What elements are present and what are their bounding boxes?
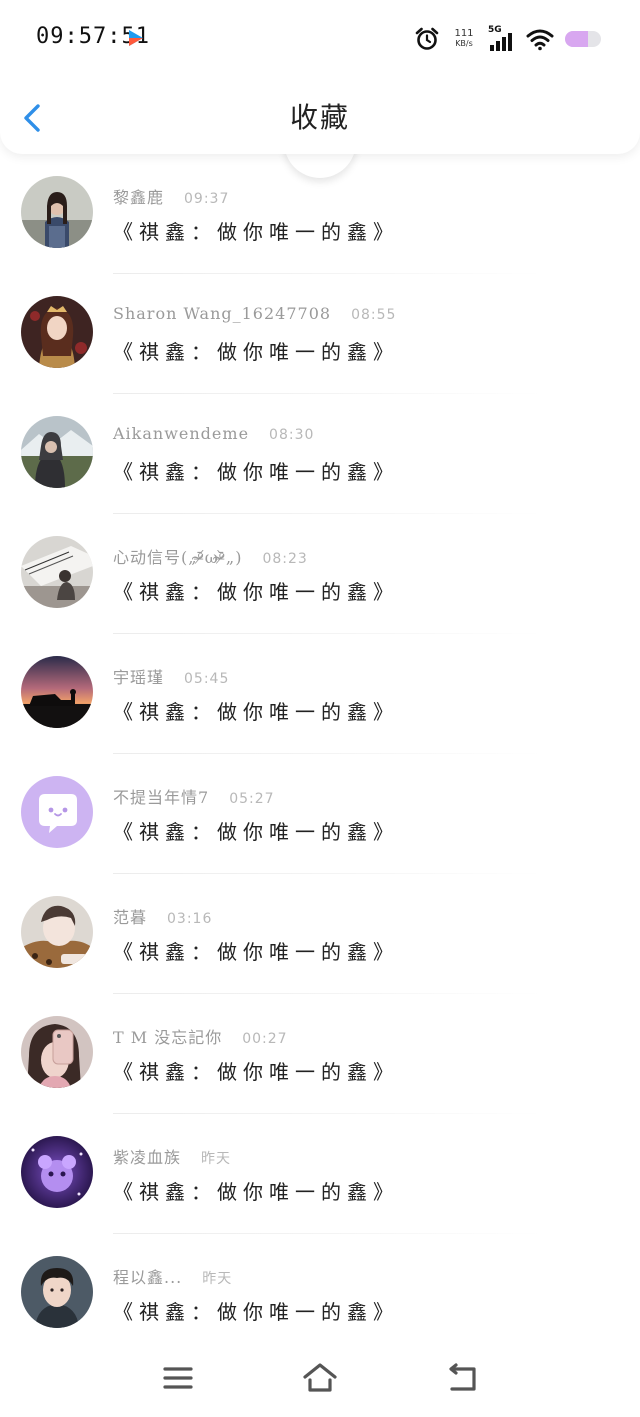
avatar xyxy=(21,656,93,728)
item-meta: Sharon Wang_16247708 08:55 xyxy=(113,304,396,323)
signal-indicator: 5G xyxy=(488,25,516,53)
avatar xyxy=(21,536,93,608)
favorite-item[interactable]: 程以鑫... 昨天 《祺鑫：做你唯一的鑫》 xyxy=(0,1234,640,1354)
back-icon[interactable] xyxy=(444,1360,480,1396)
item-meta: T M 没忘記你 00:27 xyxy=(113,1024,288,1048)
favorite-item[interactable]: 不提当年情7 05:27 《祺鑫：做你唯一的鑫》 xyxy=(0,754,640,874)
favorites-list: 黎鑫鹿 09:37 《祺鑫：做你唯一的鑫》 Sharon Wang_162477… xyxy=(0,154,640,1354)
timestamp: 05:45 xyxy=(184,671,230,687)
item-meta: 心动信号(„ᵒ̴̶̷᷄ωᵒ̴̶̷᷅„) 08:23 xyxy=(113,544,308,568)
top-bar: 09:57:51 111 KB/s 5G 收藏 xyxy=(0,0,640,154)
signal-icon xyxy=(490,33,512,51)
favorites-screen: 09:57:51 111 KB/s 5G 收藏 黎鑫鹿 09:37 《祺鑫：做你… xyxy=(0,0,640,1417)
message-title: 《祺鑫：做你唯一的鑫》 xyxy=(113,1180,399,1204)
item-meta: 宇瑶瑾 05:45 xyxy=(113,664,229,688)
sender-name: T M 没忘記你 xyxy=(113,1028,223,1047)
title-bar: 收藏 xyxy=(0,78,640,154)
message-title: 《祺鑫：做你唯一的鑫》 xyxy=(113,940,399,964)
avatar xyxy=(21,1136,93,1208)
sender-name: 程以鑫... xyxy=(113,1268,183,1287)
avatar-image xyxy=(21,1256,93,1328)
timestamp: 昨天 xyxy=(201,1151,232,1167)
message-title: 《祺鑫：做你唯一的鑫》 xyxy=(113,1300,399,1324)
favorite-item[interactable]: T M 没忘記你 00:27 《祺鑫：做你唯一的鑫》 xyxy=(0,994,640,1114)
favorite-item[interactable]: Aikanwendeme 08:30 《祺鑫：做你唯一的鑫》 xyxy=(0,394,640,514)
timestamp: 08:30 xyxy=(269,427,315,443)
item-meta: 紫凌血族 昨天 xyxy=(113,1144,231,1168)
avatar xyxy=(21,296,93,368)
navigation-bar xyxy=(0,1340,640,1417)
timestamp: 03:16 xyxy=(167,911,213,927)
avatar xyxy=(21,1256,93,1328)
favorite-item[interactable]: 紫凌血族 昨天 《祺鑫：做你唯一的鑫》 xyxy=(0,1114,640,1234)
avatar-image xyxy=(21,296,93,368)
avatar xyxy=(21,176,93,248)
item-meta: 不提当年情7 05:27 xyxy=(113,784,275,808)
sender-name: 宇瑶瑾 xyxy=(113,668,165,687)
sender-name: 心动信号(„ᵒ̴̶̷᷄ωᵒ̴̶̷᷅„) xyxy=(113,548,243,567)
timestamp: 05:27 xyxy=(229,791,275,807)
network-speed: 111 KB/s xyxy=(450,29,478,49)
message-title: 《祺鑫：做你唯一的鑫》 xyxy=(113,220,399,244)
avatar-image xyxy=(21,1016,93,1088)
avatar-image xyxy=(21,176,93,248)
network-speed-value: 111 xyxy=(454,28,474,39)
timestamp: 08:55 xyxy=(351,307,397,323)
sender-name: 不提当年情7 xyxy=(113,788,210,807)
sender-name: 范暮 xyxy=(113,908,148,927)
avatar xyxy=(21,416,93,488)
message-title: 《祺鑫：做你唯一的鑫》 xyxy=(113,340,399,364)
timestamp: 00:27 xyxy=(242,1031,288,1047)
favorite-item[interactable]: 范暮 03:16 《祺鑫：做你唯一的鑫》 xyxy=(0,874,640,994)
avatar-image xyxy=(21,1136,93,1208)
message-title: 《祺鑫：做你唯一的鑫》 xyxy=(113,700,399,724)
favorite-item[interactable]: Sharon Wang_16247708 08:55 《祺鑫：做你唯一的鑫》 xyxy=(0,274,640,394)
timestamp: 08:23 xyxy=(262,551,308,567)
timestamp: 昨天 xyxy=(202,1271,233,1287)
favorite-item[interactable]: 宇瑶瑾 05:45 《祺鑫：做你唯一的鑫》 xyxy=(0,634,640,754)
alarm-icon xyxy=(415,27,439,50)
favorite-item[interactable]: 心动信号(„ᵒ̴̶̷᷄ωᵒ̴̶̷᷅„) 08:23 《祺鑫：做你唯一的鑫》 xyxy=(0,514,640,634)
avatar xyxy=(21,1016,93,1088)
item-meta: 范暮 03:16 xyxy=(113,904,212,928)
avatar xyxy=(21,896,93,968)
sender-name: Sharon Wang_16247708 xyxy=(113,304,332,323)
wifi-icon xyxy=(526,29,554,51)
message-title: 《祺鑫：做你唯一的鑫》 xyxy=(113,580,399,604)
item-meta: 程以鑫... 昨天 xyxy=(113,1264,232,1288)
network-speed-unit: KB/s xyxy=(455,39,473,48)
menu-icon[interactable] xyxy=(160,1360,196,1396)
sender-name: Aikanwendeme xyxy=(113,424,250,443)
item-meta: Aikanwendeme 08:30 xyxy=(113,424,314,443)
sender-name: 紫凌血族 xyxy=(113,1148,182,1167)
status-icons: 111 KB/s 5G xyxy=(414,22,602,56)
home-icon[interactable] xyxy=(302,1360,338,1396)
avatar-image xyxy=(21,536,93,608)
app-badge-icon xyxy=(129,30,143,46)
battery-icon xyxy=(565,31,601,47)
chat-bubble-avatar-icon xyxy=(21,776,93,848)
avatar-image xyxy=(21,416,93,488)
item-meta: 黎鑫鹿 09:37 xyxy=(113,184,229,208)
timestamp: 09:37 xyxy=(184,191,230,207)
default-avatar xyxy=(21,776,93,848)
message-title: 《祺鑫：做你唯一的鑫》 xyxy=(113,820,399,844)
message-title: 《祺鑫：做你唯一的鑫》 xyxy=(113,460,399,484)
page-title: 收藏 xyxy=(289,101,350,134)
avatar-image xyxy=(21,656,93,728)
sender-name: 黎鑫鹿 xyxy=(113,188,165,207)
status-bar: 09:57:51 111 KB/s 5G xyxy=(0,0,640,78)
avatar-image xyxy=(21,896,93,968)
message-title: 《祺鑫：做你唯一的鑫》 xyxy=(113,1060,399,1084)
